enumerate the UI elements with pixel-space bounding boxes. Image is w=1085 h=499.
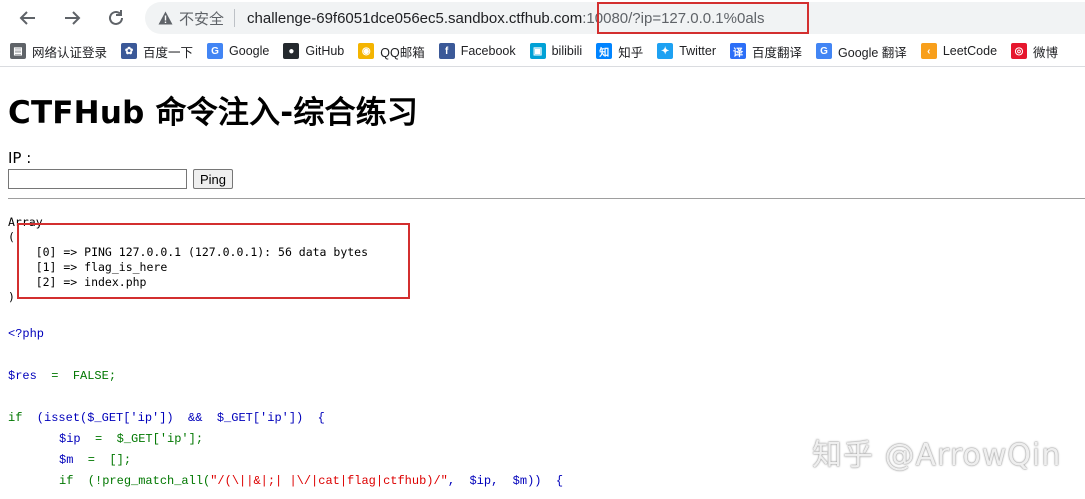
command-output: Array ( [0] => PING 127.0.0.1 (127.0.0.1… bbox=[8, 215, 1078, 305]
bookmark-item[interactable]: G Google 翻译 bbox=[816, 42, 907, 61]
google-translate-icon: G bbox=[816, 43, 833, 59]
page-content: CTFHub 命令注入-综合练习 IP : Ping Array ( [0] =… bbox=[8, 66, 1085, 492]
doc-icon: ▤ bbox=[10, 43, 26, 59]
bookmark-item[interactable]: ◎ 微博 bbox=[1011, 42, 1058, 61]
bookmark-label: QQ邮箱 bbox=[380, 45, 425, 60]
bookmark-item[interactable]: ✦ Twitter bbox=[657, 43, 716, 59]
bookmark-item[interactable]: ◉ QQ邮箱 bbox=[358, 42, 425, 61]
warning-triangle-icon bbox=[157, 10, 173, 26]
ping-form: Ping bbox=[8, 169, 1078, 189]
inner-if-keyword: if bbox=[59, 474, 74, 488]
address-separator bbox=[234, 9, 236, 27]
ip-assign: = $_GET['ip']; bbox=[80, 432, 204, 446]
browser-toolbar: 不安全 challenge-69f6051dce056ec5.sandbox.c… bbox=[0, 0, 1085, 36]
bilibili-tv-icon: ▣ bbox=[529, 43, 546, 59]
bookmark-item[interactable]: ● GitHub bbox=[283, 43, 344, 59]
bookmark-item[interactable]: G Google bbox=[207, 43, 269, 59]
bookmark-label: LeetCode bbox=[942, 44, 998, 58]
preg-match-args: , $ip, $m)) { bbox=[447, 474, 564, 488]
bookmark-label: 微博 bbox=[1033, 45, 1059, 60]
ip-label: IP : bbox=[8, 149, 32, 167]
reload-icon bbox=[109, 10, 123, 25]
ip-input[interactable] bbox=[8, 169, 187, 189]
bookmark-item[interactable]: 知知乎 bbox=[596, 42, 643, 61]
code-line-blank-2 bbox=[8, 387, 1078, 408]
output-annotation-box bbox=[17, 223, 410, 299]
bookmark-label: 知乎 bbox=[618, 45, 644, 60]
preg-match-call: (!preg_match_all( bbox=[73, 474, 211, 488]
m-var: $m bbox=[59, 453, 74, 467]
facebook-icon: f bbox=[438, 43, 455, 59]
regex-string: "/(\||&|;| |\/|cat|flag|ctfhub)/" bbox=[210, 474, 448, 488]
bookmark-item[interactable]: f Facebook bbox=[438, 43, 516, 59]
twitter-bird-icon: ✦ bbox=[657, 43, 674, 59]
baidu-paw-icon: ✿ bbox=[121, 43, 138, 59]
bookmarks-bar: ▤ 网络认证登录 ✿ 百度一下 G Google ● GitHub ◉ QQ邮箱 f Facebook… bbox=[0, 36, 1085, 67]
bookmark-label: GitHub bbox=[305, 44, 345, 58]
baidu-translate-icon: 译 bbox=[730, 43, 747, 59]
bookmark-label: Twitter bbox=[679, 44, 717, 58]
ping-button[interactable]: Ping bbox=[193, 169, 234, 189]
code-line-php-open: <?php bbox=[8, 327, 45, 341]
bookmark-label: Facebook bbox=[460, 44, 516, 58]
qq-mail-icon: ◉ bbox=[358, 43, 375, 59]
bookmark-label: 百度一下 bbox=[143, 45, 194, 60]
leetcode-icon: ‹ bbox=[920, 43, 937, 59]
bookmark-label: Google 翻译 bbox=[838, 45, 907, 60]
insecure-label[interactable]: 不安全 bbox=[179, 8, 224, 29]
res-var: $res bbox=[8, 369, 37, 383]
bookmark-item[interactable]: 译百度翻译 bbox=[730, 42, 802, 61]
bookmark-label: Google bbox=[229, 44, 270, 58]
url-annotation-box bbox=[597, 2, 809, 34]
if-condition: (isset($_GET['ip']) && $_GET['ip']) { bbox=[22, 411, 325, 425]
ip-var: $ip bbox=[59, 432, 81, 446]
weibo-icon: ◎ bbox=[1011, 43, 1028, 59]
if-keyword: if bbox=[8, 411, 23, 425]
m-assign: = []; bbox=[73, 453, 132, 467]
zhihu-icon: 知 bbox=[596, 43, 613, 59]
back-button[interactable] bbox=[14, 4, 42, 32]
page-title: CTFHub 命令注入-综合练习 bbox=[8, 95, 419, 131]
url-host: challenge-69f6051dce056ec5.sandbox.ctfhu… bbox=[247, 9, 583, 27]
google-g-icon: G bbox=[207, 43, 224, 59]
bookmark-label: 网络认证登录 bbox=[32, 45, 108, 60]
bookmark-item[interactable]: ▤ 网络认证登录 bbox=[10, 42, 107, 61]
forward-button[interactable] bbox=[58, 4, 86, 32]
arrow-right-icon bbox=[65, 11, 81, 25]
code-line-res: $res = FALSE; bbox=[8, 366, 1078, 387]
res-assign: = FALSE; bbox=[36, 369, 117, 383]
arrow-left-icon bbox=[19, 11, 35, 25]
zhihu-watermark: 知乎 @ArrowQin bbox=[812, 438, 1062, 473]
code-line-if: if (isset($_GET['ip']) && $_GET['ip']) { bbox=[8, 408, 1078, 429]
bookmark-label: 百度翻译 bbox=[752, 45, 803, 60]
bookmark-label: bilibili bbox=[551, 44, 583, 58]
github-icon: ● bbox=[283, 43, 300, 59]
bookmark-item[interactable]: ▣ bilibili bbox=[529, 43, 583, 59]
bookmark-item[interactable]: ‹ LeetCode bbox=[920, 43, 998, 59]
code-line-preg-match: if (!preg_match_all("/(\||&|;| |\/|cat|f… bbox=[8, 471, 1078, 492]
divider bbox=[8, 198, 1085, 199]
reload-button[interactable] bbox=[102, 4, 130, 32]
bookmark-item[interactable]: ✿ 百度一下 bbox=[121, 42, 193, 61]
